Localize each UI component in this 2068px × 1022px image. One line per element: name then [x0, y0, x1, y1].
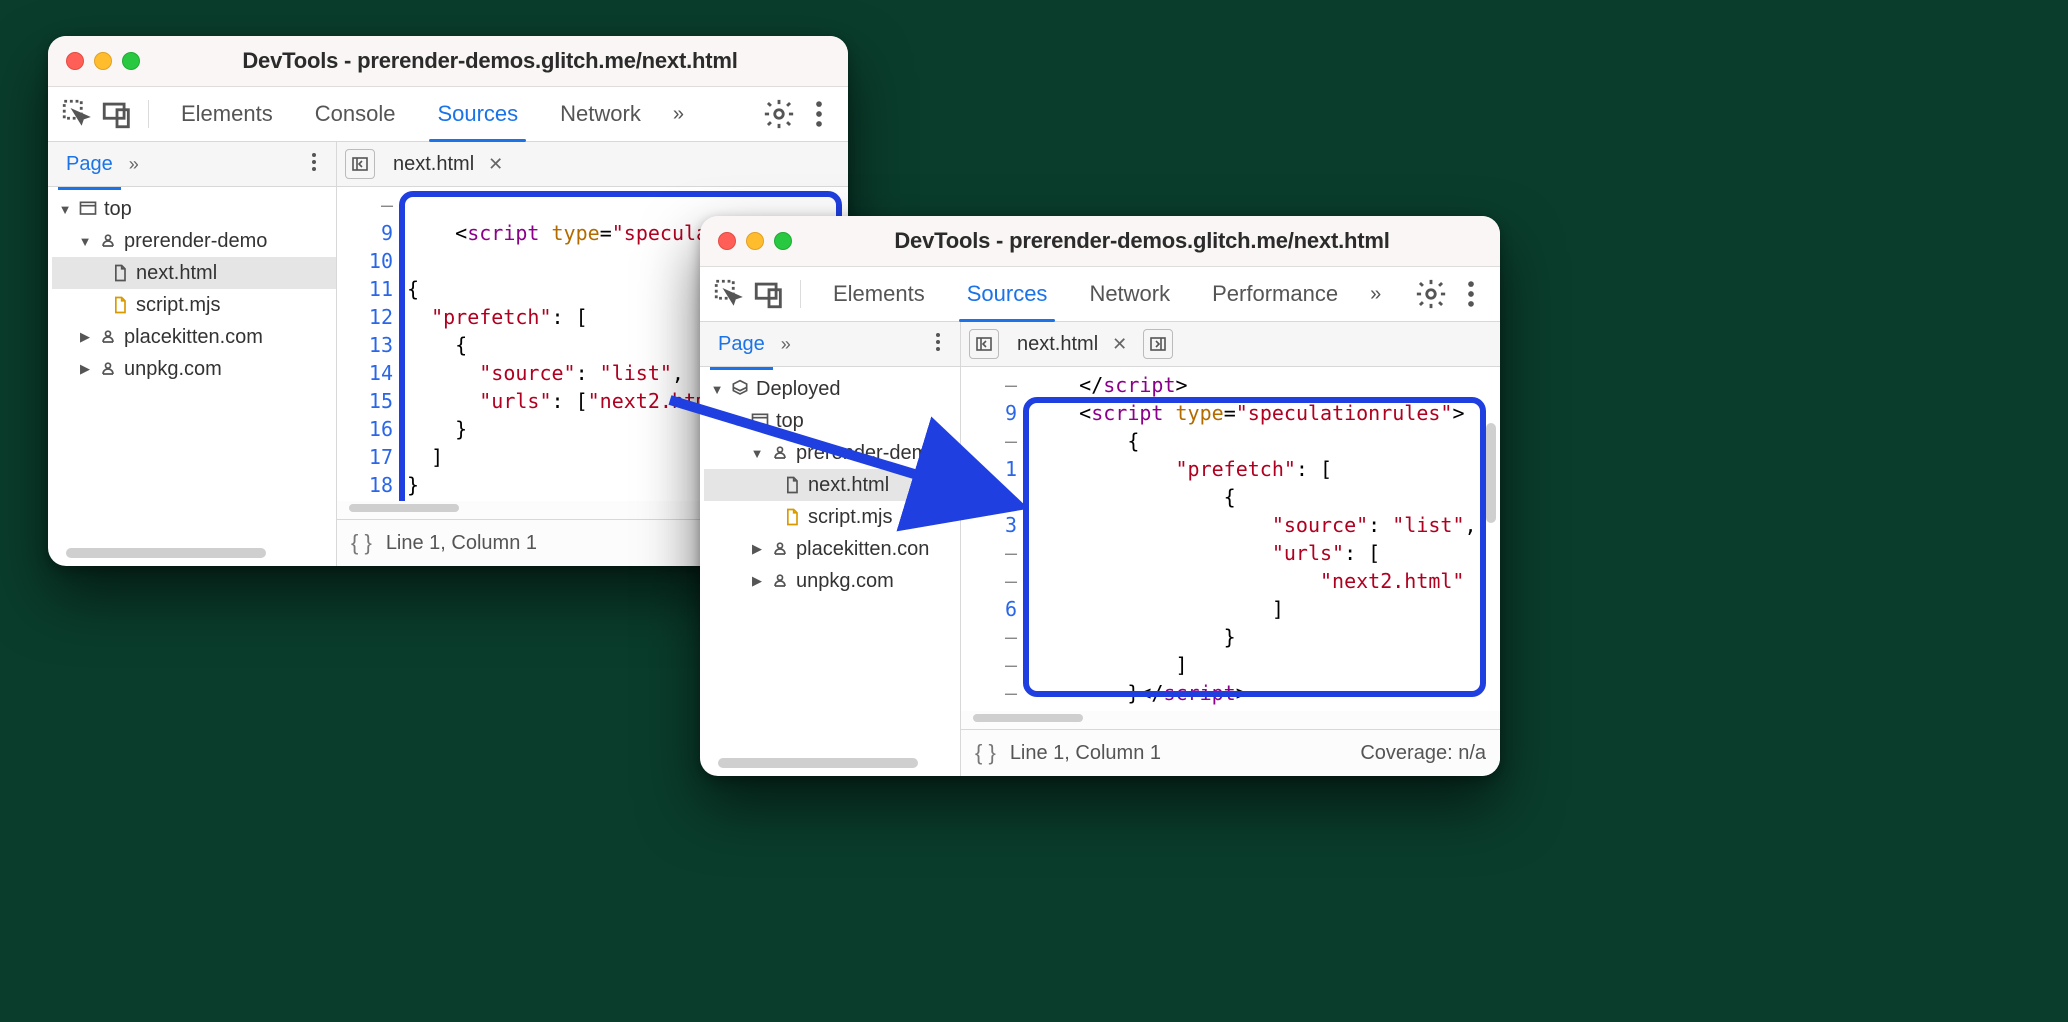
navigator-tab-page[interactable]: Page	[710, 329, 773, 360]
gear-icon[interactable]	[1414, 277, 1448, 311]
tree-file-mjs-label: script.mjs	[808, 506, 892, 529]
status-bar: { } Line 1, Column 1 Coverage: n/a	[961, 729, 1500, 776]
editor-pane: next.html ✕ – 9 – 1 – 3 – – 6 –	[961, 322, 1500, 776]
tree-top[interactable]: ▼ top	[52, 193, 336, 225]
tree-placekitten[interactable]: ▶ placekitten.com	[52, 321, 336, 353]
tree-origin-label: prerender-demo	[796, 442, 939, 465]
tree-file-mjs[interactable]: script.mjs	[704, 501, 960, 533]
tree-file-mjs-label: script.mjs	[136, 294, 220, 317]
tree-origin-label: prerender-demo	[124, 230, 267, 253]
tree-unpkg-label: unpkg.com	[124, 358, 222, 381]
minimize-icon[interactable]	[94, 52, 112, 70]
tab-elements[interactable]: Elements	[815, 267, 943, 321]
tree-top-label: top	[104, 198, 132, 221]
file-tree[interactable]: ▼ top ▼ prerender-demo next.html script.…	[48, 187, 336, 566]
tree-file-html[interactable]: next.html	[704, 469, 960, 501]
navigator-tab-page[interactable]: Page	[58, 149, 121, 180]
close-icon[interactable]	[66, 52, 84, 70]
traffic-lights	[66, 52, 140, 70]
bottom-scrollbar[interactable]	[66, 548, 266, 558]
more-tabs-icon[interactable]: »	[1362, 283, 1389, 306]
tree-file-html-label: next.html	[136, 262, 217, 285]
kebab-icon[interactable]	[1454, 277, 1488, 311]
cursor-position: Line 1, Column 1	[1010, 742, 1161, 765]
close-icon[interactable]: ✕	[482, 154, 503, 175]
titlebar[interactable]: DevTools - prerender-demos.glitch.me/nex…	[48, 36, 848, 87]
close-icon[interactable]: ✕	[1106, 334, 1127, 355]
navigator-kebab-icon[interactable]	[926, 330, 950, 359]
device-toggle-icon[interactable]	[100, 97, 134, 131]
tab-elements[interactable]: Elements	[163, 87, 291, 141]
tree-origin[interactable]: ▼ prerender-demo	[704, 437, 960, 469]
editor-tab-file[interactable]: next.html	[383, 153, 474, 176]
tree-unpkg[interactable]: ▶ unpkg.com	[704, 565, 960, 597]
horizontal-scrollbar[interactable]	[973, 714, 1083, 722]
tree-top[interactable]: ▼ top	[704, 405, 960, 437]
more-tabs-icon[interactable]: »	[665, 103, 692, 126]
tree-deployed[interactable]: ▼ Deployed	[704, 373, 960, 405]
tree-file-html-label: next.html	[808, 474, 889, 497]
device-toggle-icon[interactable]	[752, 277, 786, 311]
tab-sources[interactable]: Sources	[419, 87, 536, 141]
tree-origin[interactable]: ▼ prerender-demo	[52, 225, 336, 257]
tree-unpkg-label: unpkg.com	[796, 570, 894, 593]
navigator-kebab-icon[interactable]	[302, 150, 326, 179]
navigator-pane: Page » ▼ top ▼ prerender-demo next.html	[48, 142, 337, 566]
toggle-navigator-icon[interactable]	[345, 149, 375, 179]
tree-file-mjs[interactable]: script.mjs	[52, 289, 336, 321]
editor-tab-file[interactable]: next.html	[1007, 333, 1098, 356]
pretty-print-icon[interactable]: { }	[975, 740, 996, 766]
file-tree[interactable]: ▼ Deployed ▼ top ▼ prerender-demo next.h…	[700, 367, 960, 776]
tree-top-label: top	[776, 410, 804, 433]
tab-console[interactable]: Console	[297, 87, 414, 141]
tab-network[interactable]: Network	[542, 87, 659, 141]
coverage-label: Coverage: n/a	[1360, 742, 1486, 765]
inspect-icon[interactable]	[712, 277, 746, 311]
minimize-icon[interactable]	[746, 232, 764, 250]
navigator-pane: Page » ▼ Deployed ▼ top ▼ prerender-demo	[700, 322, 961, 776]
panel-tabs: Elements Console Sources Network »	[48, 87, 848, 142]
toggle-debugger-icon[interactable]	[1143, 329, 1173, 359]
inspect-icon[interactable]	[60, 97, 94, 131]
code-area[interactable]: </script> <script type="speculationrules…	[1027, 367, 1500, 711]
zoom-icon[interactable]	[122, 52, 140, 70]
window-title: DevTools - prerender-demos.glitch.me/nex…	[802, 228, 1482, 254]
tree-placekitten-label: placekitten.com	[124, 326, 263, 349]
tab-performance[interactable]: Performance	[1194, 267, 1356, 321]
navigator-more-icon[interactable]: »	[781, 334, 791, 355]
toggle-navigator-icon[interactable]	[969, 329, 999, 359]
traffic-lights	[718, 232, 792, 250]
titlebar[interactable]: DevTools - prerender-demos.glitch.me/nex…	[700, 216, 1500, 267]
tree-unpkg[interactable]: ▶ unpkg.com	[52, 353, 336, 385]
vertical-scrollbar[interactable]	[1486, 423, 1496, 523]
window-title: DevTools - prerender-demos.glitch.me/nex…	[150, 48, 830, 74]
line-gutter: – 9 10 11 12 13 14 15 16 17 18 19 – 20	[337, 187, 403, 501]
navigator-more-icon[interactable]: »	[129, 154, 139, 175]
close-icon[interactable]	[718, 232, 736, 250]
zoom-icon[interactable]	[774, 232, 792, 250]
tree-placekitten-label: placekitten.con	[796, 538, 929, 561]
tree-file-html[interactable]: next.html	[52, 257, 336, 289]
tree-placekitten[interactable]: ▶ placekitten.con	[704, 533, 960, 565]
gear-icon[interactable]	[762, 97, 796, 131]
devtools-window-right: DevTools - prerender-demos.glitch.me/nex…	[700, 216, 1500, 776]
tab-network[interactable]: Network	[1071, 267, 1188, 321]
tab-sources[interactable]: Sources	[949, 267, 1066, 321]
tree-deployed-label: Deployed	[756, 378, 841, 401]
kebab-icon[interactable]	[802, 97, 836, 131]
panel-tabs: Elements Sources Network Performance »	[700, 267, 1500, 322]
bottom-scrollbar[interactable]	[718, 758, 918, 768]
pretty-print-icon[interactable]: { }	[351, 530, 372, 556]
line-gutter: – 9 – 1 – 3 – – 6 – – – 20	[961, 367, 1027, 711]
cursor-position: Line 1, Column 1	[386, 532, 537, 555]
horizontal-scrollbar[interactable]	[349, 504, 459, 512]
